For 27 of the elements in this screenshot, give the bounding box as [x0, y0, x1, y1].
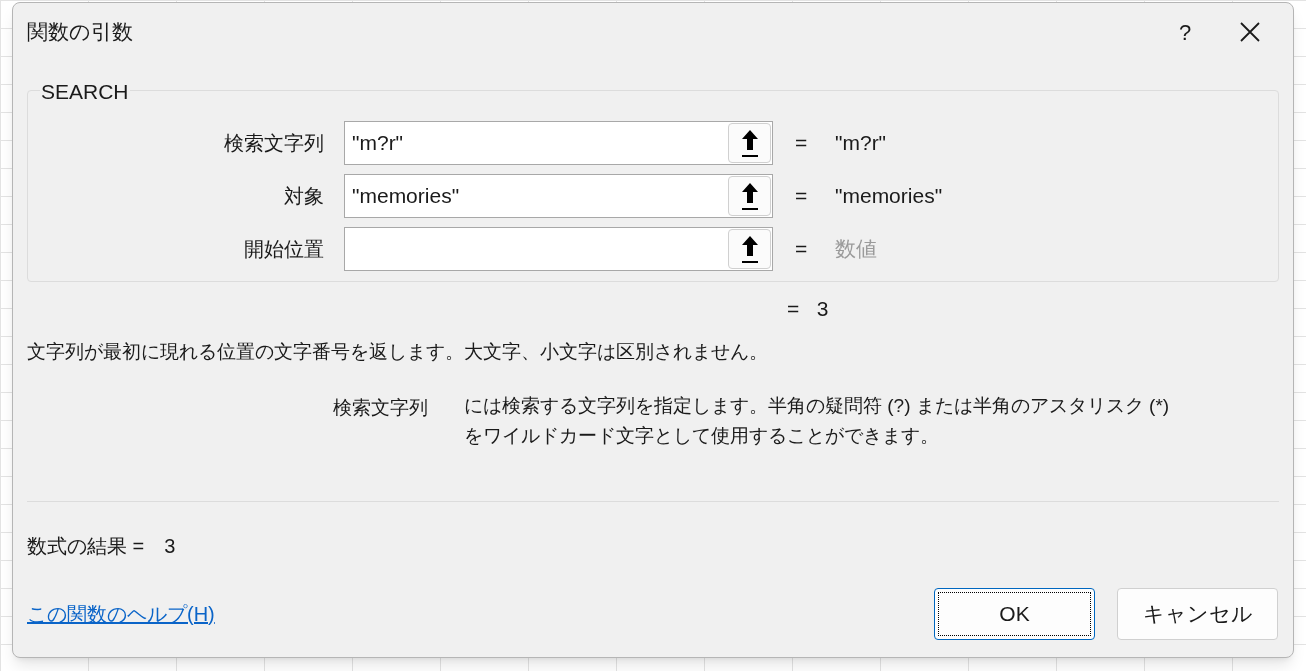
function-result: = 3 [787, 296, 829, 322]
function-description: 文字列が最初に現れる位置の文字番号を返します。大文字、小文字は区別されません。 [27, 339, 769, 364]
collapse-button[interactable] [728, 229, 771, 269]
window-title: 関数の引数 [27, 19, 134, 46]
ok-button[interactable]: OK [934, 588, 1095, 640]
collapse-button[interactable] [728, 123, 771, 163]
argument-description: には検索する文字列を指定します。半角の疑問符 (?) または半角のアスタリスク (*) をワイルドカード文字として使用することができます。 [464, 394, 1171, 448]
argument-input[interactable]: "m?r" [344, 121, 773, 165]
equals-sign: = [795, 130, 809, 157]
close-icon [1240, 22, 1260, 42]
argument-input[interactable]: "memories" [344, 174, 773, 218]
argument-name: 検索文字列 [333, 396, 428, 420]
equals-sign: = [795, 236, 809, 263]
cancel-button[interactable]: キャンセル [1117, 588, 1278, 640]
help-link[interactable]: この関数のヘルプ(H) [27, 599, 934, 629]
argument-input[interactable] [344, 227, 773, 271]
argument-result: 数値 [835, 236, 877, 263]
argument-label: 対象 [283, 184, 324, 209]
argument-label: 開始位置 [243, 237, 324, 262]
argument-label: 検索文字列 [223, 131, 324, 156]
formula-result-value: 3 [164, 534, 176, 559]
argument-result: "m?r" [835, 130, 887, 157]
formula-result-label: 数式の結果 = [27, 534, 145, 559]
help-button[interactable]: ? [1155, 12, 1215, 52]
equals-sign: = [795, 183, 809, 210]
collapse-button[interactable] [728, 176, 771, 216]
argument-result: "memories" [835, 183, 943, 210]
